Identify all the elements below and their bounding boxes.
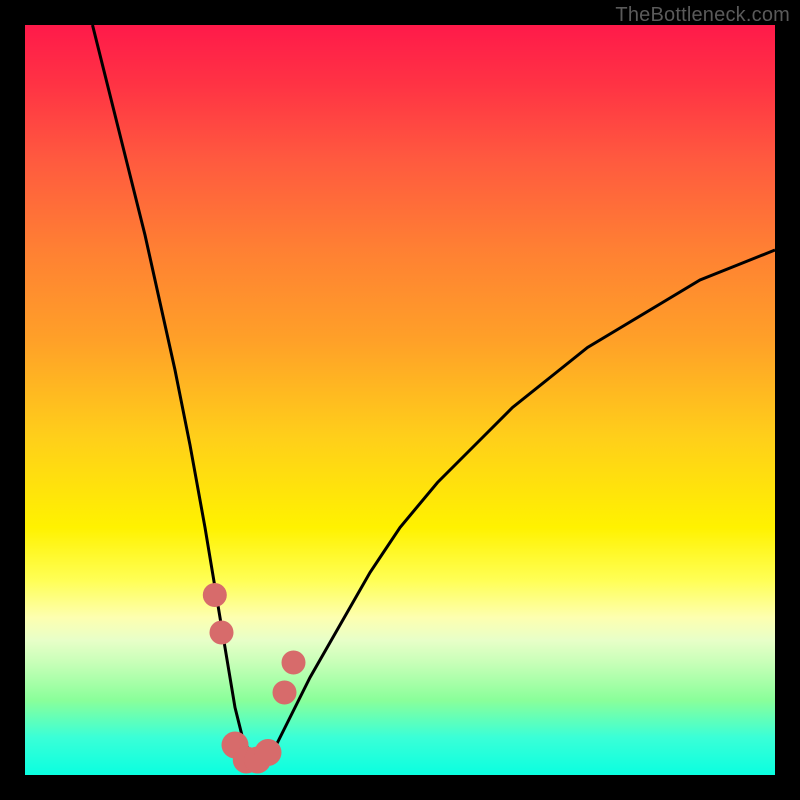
bottleneck-curve [93, 25, 776, 760]
marker-right-lower [273, 681, 297, 705]
watermark-text: TheBottleneck.com [615, 4, 790, 27]
marker-right-upper [282, 651, 306, 675]
chart-plot-area [25, 25, 775, 775]
marker-left-lower [210, 621, 234, 645]
marker-left-upper [203, 583, 227, 607]
marker-bottom-4 [255, 739, 282, 766]
chart-svg [25, 25, 775, 775]
outer-frame: TheBottleneck.com [0, 0, 800, 800]
